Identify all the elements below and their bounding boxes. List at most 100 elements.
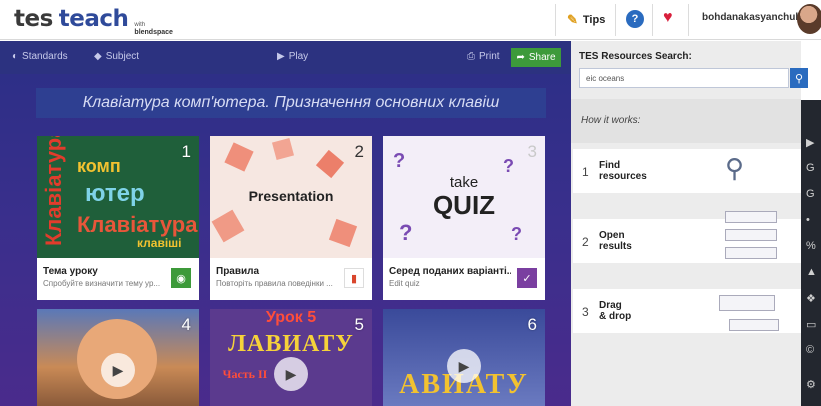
top-bar: tes teach with blendspace ✎ Tips ? ♥ boh…: [0, 0, 821, 40]
share-button[interactable]: ➦ Share: [511, 48, 561, 67]
card-subtitle: Спробуйте визначити тему ур...: [43, 279, 161, 288]
search-icon[interactable]: ⚲: [790, 68, 808, 88]
video-thumbnail: Урок 5 ЛАВИАТУ Часть II ▶ 5: [210, 309, 372, 406]
lesson-title[interactable]: Клавіатура комп'ютера. Призначення основ…: [36, 88, 546, 118]
card-info: Серед поданих варіанті... Edit quiz ✓: [383, 258, 545, 300]
standards-icon: ◐: [12, 51, 19, 62]
help-icon[interactable]: ?: [626, 10, 644, 28]
play-label: Play: [288, 51, 309, 62]
subject-label: Subject: [105, 51, 140, 62]
card-number: 4: [181, 315, 191, 334]
card-title: Правила: [216, 266, 260, 277]
video-icon[interactable]: ▶: [806, 136, 814, 149]
document-icon[interactable]: ▮: [344, 268, 364, 288]
share-icon: ➦: [516, 52, 525, 63]
play-button[interactable]: ▶ Play: [277, 51, 308, 62]
play-icon[interactable]: ▶: [101, 353, 135, 387]
play-icon[interactable]: ▶: [447, 349, 481, 383]
lesson-card[interactable]: Presentation 2 Правила Повторіть правила…: [210, 136, 372, 300]
divider: [688, 4, 689, 36]
avatar[interactable]: [797, 4, 821, 34]
play-icon[interactable]: ▶: [274, 357, 308, 391]
step-label: Find resources: [599, 160, 647, 182]
thumb-text: Presentation: [248, 188, 334, 204]
shape: ?: [399, 220, 413, 245]
thumb-text: Часть II: [222, 367, 268, 381]
card-number: 3: [527, 142, 537, 161]
card-subtitle: Edit quiz: [389, 279, 420, 288]
logo-with: with: [134, 22, 146, 28]
shape: [211, 209, 245, 243]
lesson-card[interactable]: ? ? ? ? take QUIZ 3 Серед поданих варіан…: [383, 136, 545, 300]
logo-tes: tes: [14, 6, 53, 32]
result-row-icon: [725, 247, 777, 259]
thumb-text: QUIZ: [432, 190, 496, 220]
google-icon[interactable]: G: [806, 188, 815, 200]
magic-wand-icon: ✎: [567, 12, 578, 27]
drop-card-icon: [729, 319, 779, 331]
username[interactable]: bohdanakasyanchuk: [702, 12, 801, 23]
step-drag-drop: 3 Drag & drop: [573, 289, 801, 333]
link-icon[interactable]: %: [806, 240, 816, 252]
camera-icon[interactable]: ◉: [171, 268, 191, 288]
shape: [224, 142, 254, 172]
magnifier-icon: ⚲: [725, 153, 745, 183]
heart-icon[interactable]: ♥: [663, 9, 673, 27]
thumb-text: Урок 5: [265, 309, 317, 326]
print-label: Print: [479, 51, 500, 62]
thumb-word: Клавіатура: [41, 136, 66, 246]
search-input[interactable]: eic oceans: [579, 68, 789, 88]
card-number: 1: [181, 142, 191, 161]
card-number: 5: [354, 315, 364, 334]
quiz-thumbnail: ? ? ? ? take QUIZ 3: [383, 136, 545, 258]
divider: [652, 4, 653, 36]
shape: [315, 149, 345, 179]
result-row-icon: [725, 211, 777, 223]
divider: [615, 4, 616, 36]
desktop-icon[interactable]: ▭: [806, 318, 816, 331]
shape: ?: [511, 224, 522, 244]
thumb-word: Клавіатура: [77, 212, 198, 237]
divider: [555, 4, 556, 36]
gear-icon[interactable]: ⚙: [806, 378, 816, 391]
lesson-toolbar: ◐ Standards ◆ Subject ▶ Play ⎙ Print ➦ S…: [0, 41, 571, 74]
print-button[interactable]: ⎙ Print: [467, 51, 500, 62]
video-card[interactable]: ▶ 4: [37, 309, 199, 406]
word-cloud-thumbnail: Клавіатура комп ютер Клавіатура клавіші …: [37, 136, 199, 258]
tag-icon: ◆: [94, 51, 102, 62]
step-label: Drag & drop: [599, 300, 632, 322]
subject-button[interactable]: ◆ Subject: [94, 51, 139, 62]
card-title: Серед поданих варіанті...: [389, 266, 511, 277]
logo-with-blendspace: with blendspace: [134, 22, 173, 36]
drive-icon[interactable]: ▲: [806, 266, 817, 278]
shape: [271, 137, 295, 161]
presentation-thumbnail: Presentation 2: [210, 136, 372, 258]
lesson-area: ◐ Standards ◆ Subject ▶ Play ⎙ Print ➦ S…: [0, 41, 571, 406]
card-number: 2: [354, 142, 364, 161]
video-card[interactable]: АВИАТУ ▶ 6: [383, 309, 545, 406]
card-subtitle: Повторіть правила поведінки ...: [216, 279, 333, 288]
copyright-icon[interactable]: ©: [806, 344, 814, 356]
step-open-results: 2 Open results: [573, 211, 801, 263]
more-icon[interactable]: •: [806, 214, 810, 226]
tes-teach-logo[interactable]: tes teach with blendspace: [14, 6, 173, 36]
tips-label: Tips: [582, 14, 606, 26]
play-icon: ▶: [277, 51, 285, 62]
google-icon[interactable]: G: [806, 162, 815, 174]
standards-button[interactable]: ◐ Standards: [12, 51, 68, 62]
thumb-text: take: [449, 174, 479, 191]
step-number: 1: [582, 165, 589, 179]
tips-button[interactable]: ✎ Tips: [561, 8, 611, 32]
thumb-word: клавіші: [137, 236, 182, 250]
card-info: Тема уроку Спробуйте визначити тему ур..…: [37, 258, 199, 300]
card-title: Тема уроку: [43, 266, 98, 277]
share-label: Share: [528, 52, 556, 63]
video-thumbnail: АВИАТУ ▶ 6: [383, 309, 545, 406]
lesson-card[interactable]: Клавіатура комп ютер Клавіатура клавіші …: [37, 136, 199, 300]
card-number: 6: [527, 315, 537, 334]
resources-sidebar: TES Resources Search: eic oceans ⚲ How i…: [571, 41, 808, 406]
video-card[interactable]: Урок 5 ЛАВИАТУ Часть II ▶ 5: [210, 309, 372, 406]
dropbox-icon[interactable]: ❖: [806, 292, 816, 305]
shape: [328, 218, 358, 248]
check-icon[interactable]: ✓: [517, 268, 537, 288]
